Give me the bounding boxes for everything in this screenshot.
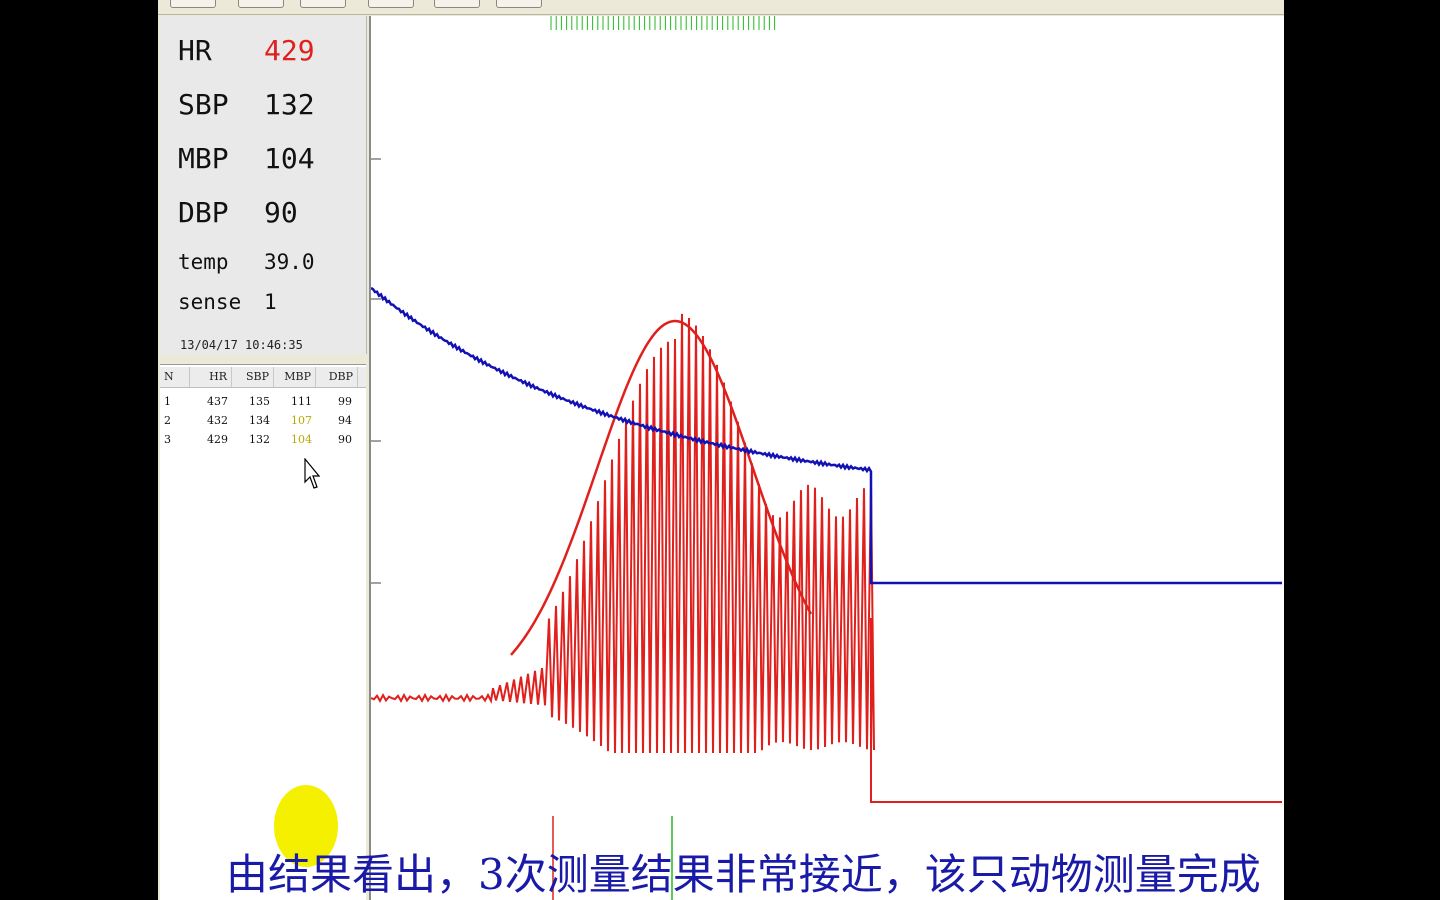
temp-value: 39.0 — [264, 250, 315, 274]
cell-mbp: 104 — [291, 433, 312, 446]
beat-markers — [550, 16, 776, 30]
header-n[interactable]: N — [160, 367, 190, 387]
mbp-readout: MBP 104 — [178, 138, 315, 178]
vital-readout-panel: HR 429 SBP 132 MBP 104 DBP 90 temp 39.0 … — [160, 16, 367, 354]
table-row[interactable]: 3 429 132 104 90 — [160, 430, 366, 449]
mbp-value: 104 — [264, 141, 315, 175]
sbp-readout: SBP 132 — [178, 84, 315, 124]
cell-sbp: 135 — [249, 395, 270, 408]
header-hr[interactable]: HR — [190, 367, 232, 387]
waveform-canvas — [371, 16, 1282, 900]
temp-label: temp — [178, 250, 229, 274]
sbp-value: 132 — [264, 87, 315, 121]
cell-dbp: 90 — [338, 433, 352, 446]
cell-hr: 432 — [207, 414, 228, 427]
cell-hr: 437 — [207, 395, 228, 408]
cuff-pressure-trace — [371, 286, 1282, 585]
header-dbp[interactable]: DBP — [316, 367, 358, 387]
measurement-datetime: 13/04/17 10:46:35 — [180, 338, 303, 352]
cell-n: 3 — [164, 433, 171, 446]
header-sbp[interactable]: SBP — [232, 367, 274, 387]
pulse-oscillation-trace — [371, 313, 1282, 803]
temp-readout: temp 39.0 — [178, 242, 315, 282]
dbp-readout: DBP 90 — [178, 192, 298, 232]
toolbar-button-6[interactable] — [496, 0, 542, 8]
cell-hr: 429 — [207, 433, 228, 446]
cell-sbp: 132 — [249, 433, 270, 446]
axis-ticks — [371, 158, 381, 584]
cell-n: 2 — [164, 414, 171, 427]
table-row[interactable]: 2 432 134 107 94 — [160, 411, 366, 430]
hr-label: HR — [178, 33, 212, 67]
cell-n: 1 — [164, 395, 171, 408]
cell-mbp: 107 — [291, 414, 312, 427]
app-window: HR 429 SBP 132 MBP 104 DBP 90 temp 39.0 … — [158, 0, 1284, 900]
header-mbp[interactable]: MBP — [274, 367, 316, 387]
toolbar-button-1[interactable] — [170, 0, 216, 8]
mouse-pointer-icon — [304, 458, 320, 489]
mbp-label: MBP — [178, 141, 229, 175]
sense-value: 1 — [264, 290, 277, 314]
table-header: N HR SBP MBP DBP — [160, 367, 366, 388]
table-row[interactable]: 1 437 135 111 99 — [160, 392, 366, 411]
hr-readout: HR 429 — [178, 30, 315, 70]
cell-mbp: 111 — [291, 395, 312, 408]
toolbar-button-4[interactable] — [368, 0, 414, 8]
toolbar-button-2[interactable] — [238, 0, 284, 8]
toolbar — [158, 0, 1284, 15]
subtitle-caption: 由结果看出，3次测量结果非常接近，该只动物测量完成 — [226, 850, 1261, 899]
cell-dbp: 99 — [338, 395, 352, 408]
dbp-label: DBP — [178, 195, 229, 229]
results-table: N HR SBP MBP DBP 1 437 135 111 99 2 432 … — [160, 364, 366, 900]
cell-sbp: 134 — [249, 414, 270, 427]
cell-dbp: 94 — [338, 414, 352, 427]
sense-readout: sense 1 — [178, 282, 277, 322]
sbp-label: SBP — [178, 87, 229, 121]
waveform-plot[interactable] — [369, 16, 1284, 900]
toolbar-button-5[interactable] — [434, 0, 480, 8]
dbp-value: 90 — [264, 195, 298, 229]
hr-value: 429 — [264, 33, 315, 67]
sense-label: sense — [178, 290, 242, 314]
toolbar-button-3[interactable] — [300, 0, 346, 8]
